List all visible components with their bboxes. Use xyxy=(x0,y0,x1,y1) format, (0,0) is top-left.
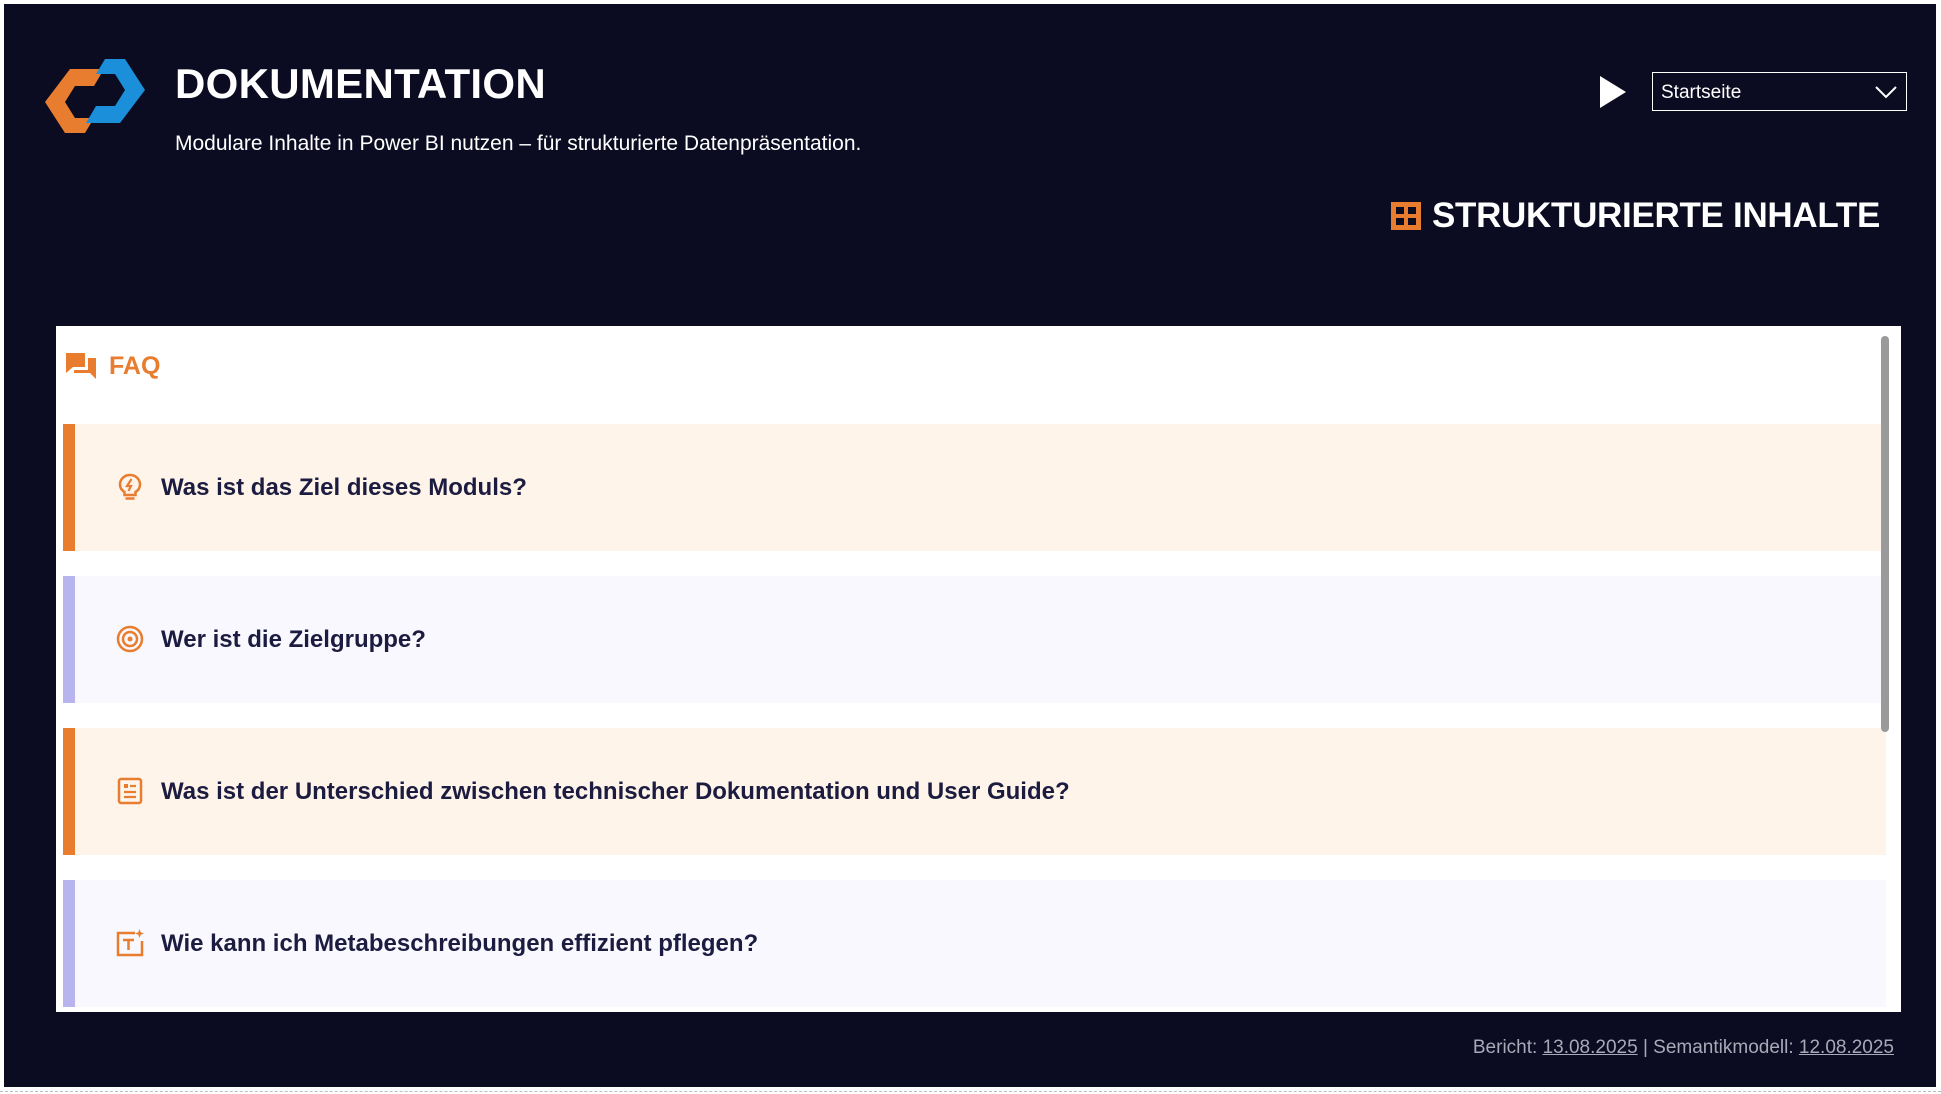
document-icon xyxy=(117,777,143,805)
lightbulb-icon xyxy=(118,473,142,500)
section-title: STRUKTURIERTE INHALTE xyxy=(1431,196,1880,235)
report-canvas: DOKUMENTATION Modulare Inhalte in Power … xyxy=(4,4,1936,1087)
grid-icon xyxy=(1390,202,1421,230)
footer-model-label: Semantikmodell: xyxy=(1653,1037,1794,1058)
faq-item[interactable]: Was ist das Ziel dieses Moduls? xyxy=(63,424,1886,551)
footer-model-date-link[interactable]: 12.08.2025 xyxy=(1799,1037,1894,1058)
text-edit-icon xyxy=(116,929,144,957)
faq-panel: FAQ Was ist das Ziel dieses Moduls? Wer … xyxy=(56,326,1901,1012)
footer-report-label: Bericht: xyxy=(1472,1037,1538,1058)
bottom-divider xyxy=(0,1091,1941,1092)
logo-icon xyxy=(45,59,145,133)
page-navigation-select[interactable]: Startseite xyxy=(1652,72,1907,111)
faq-question: Wie kann ich Metabeschreibungen effizien… xyxy=(161,930,759,957)
chat-icon xyxy=(66,353,96,379)
page-subtitle: Modulare Inhalte in Power BI nutzen – fü… xyxy=(175,132,862,155)
faq-question: Was ist das Ziel dieses Moduls? xyxy=(161,474,527,501)
footer-refresh-info: Bericht: 13.08.2025 | Semantikmodell: 12… xyxy=(1473,1037,1894,1059)
footer-report-date-link[interactable]: 13.08.2025 xyxy=(1543,1037,1638,1058)
target-icon xyxy=(116,625,144,653)
page-title: DOKUMENTATION xyxy=(175,60,546,107)
faq-header: FAQ xyxy=(65,351,160,381)
faq-question: Was ist der Unterschied zwischen technis… xyxy=(161,778,1070,805)
faq-label: FAQ xyxy=(109,351,161,380)
chevron-down-icon xyxy=(1875,86,1897,99)
faq-item[interactable]: Wer ist die Zielgruppe? xyxy=(63,576,1886,703)
footer-separator: | xyxy=(1642,1037,1648,1058)
section-heading: STRUKTURIERTE INHALTE xyxy=(1390,196,1880,236)
page-select-value: Startseite xyxy=(1661,82,1742,103)
faq-item[interactable]: Wie kann ich Metabeschreibungen effizien… xyxy=(63,880,1886,1007)
play-icon[interactable] xyxy=(1598,75,1628,109)
scrollbar-thumb[interactable] xyxy=(1881,336,1889,732)
faq-question: Wer ist die Zielgruppe? xyxy=(161,626,426,653)
faq-item[interactable]: Was ist der Unterschied zwischen technis… xyxy=(63,728,1886,855)
